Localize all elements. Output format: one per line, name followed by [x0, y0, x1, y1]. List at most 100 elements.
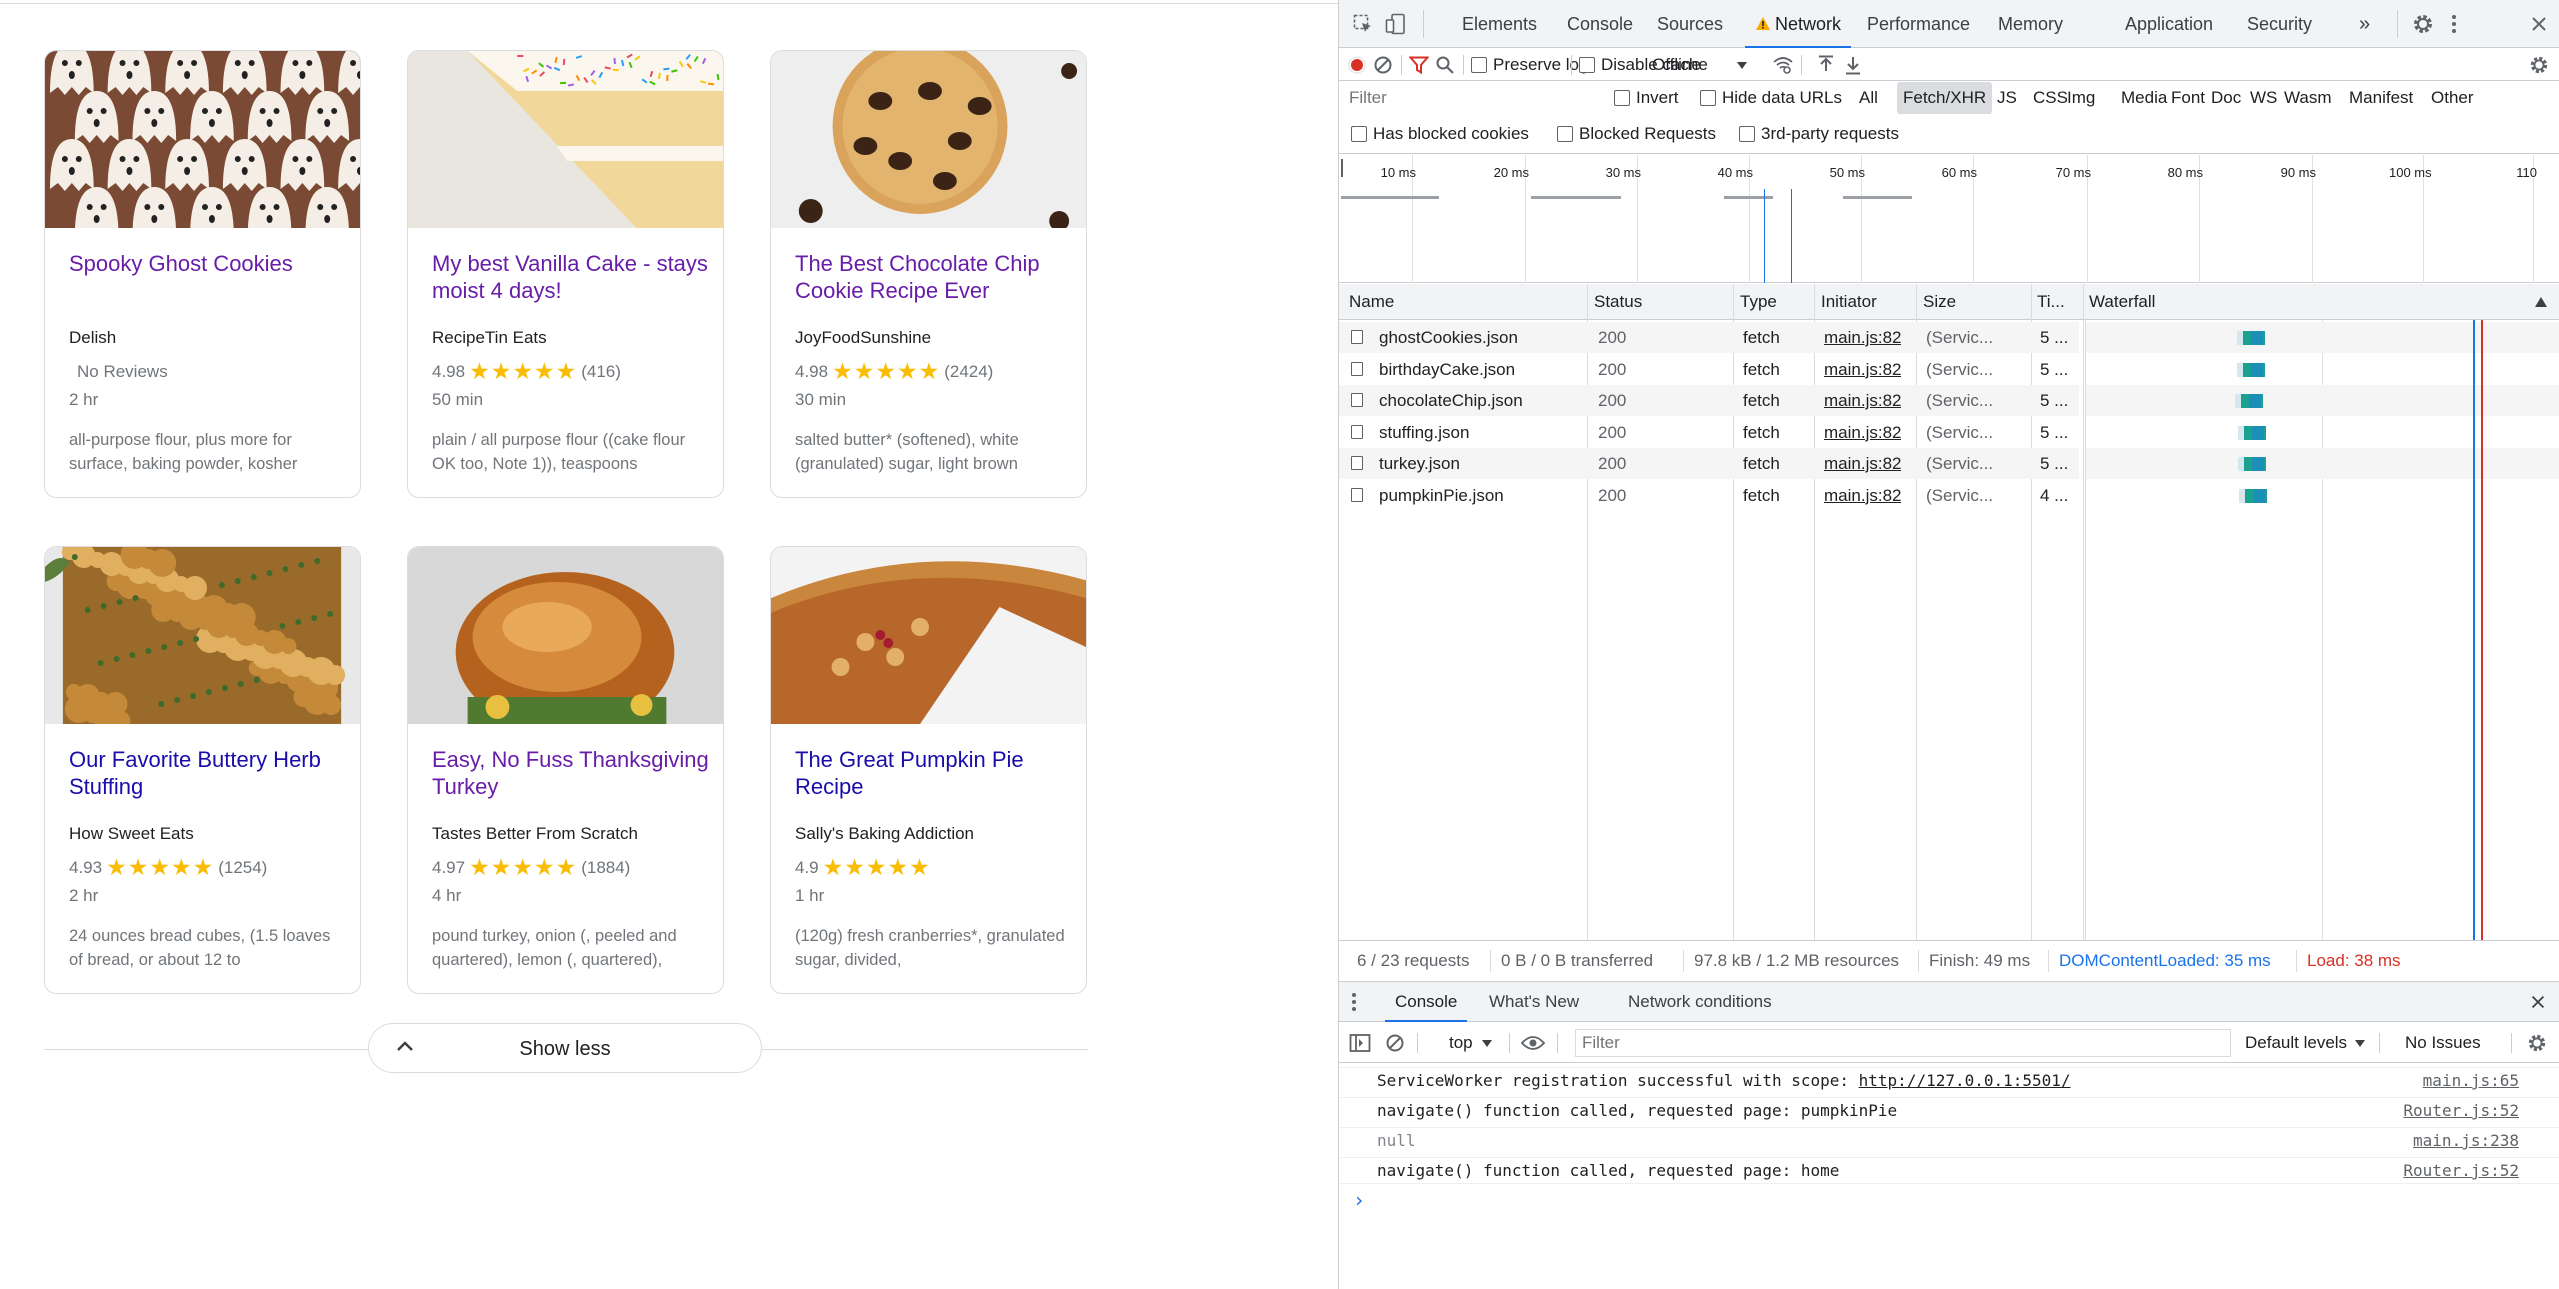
tab-memory[interactable]: Memory: [1998, 0, 2063, 48]
type-filter-wasm[interactable]: Wasm: [2284, 82, 2332, 114]
recipe-card[interactable]: The Great Pumpkin Pie Recipe Sally's Baki…: [770, 546, 1087, 994]
clear-console-icon[interactable]: [1385, 1033, 1405, 1053]
hide-data-urls-checkbox[interactable]: [1700, 90, 1716, 106]
review-count: No Reviews: [77, 362, 168, 381]
console-settings-icon[interactable]: [2527, 1033, 2547, 1053]
sidebar-toggle-icon[interactable]: [1349, 1033, 1371, 1053]
filter-input[interactable]: [1345, 85, 1595, 111]
close-devtools-icon[interactable]: [2529, 14, 2549, 34]
type-filter-font[interactable]: Font: [2171, 82, 2205, 114]
request-initiator[interactable]: main.js:82: [1824, 417, 1901, 448]
show-less-button[interactable]: Show less: [368, 1023, 762, 1073]
more-options-icon[interactable]: [2451, 14, 2457, 34]
recipe-title[interactable]: Easy, No Fuss Thanksgiving Turkey: [432, 746, 712, 800]
console-message-source[interactable]: main.js:65: [2423, 1071, 2519, 1090]
tab-security[interactable]: Security: [2247, 0, 2312, 48]
timeline-tick: 40 ms: [1717, 165, 1753, 180]
preserve-log-checkbox[interactable]: [1471, 57, 1487, 73]
recipe-title[interactable]: The Best Chocolate Chip Cookie Recipe Ev…: [795, 250, 1075, 304]
column-header[interactable]: Type: [1740, 284, 1777, 320]
type-filter-js[interactable]: JS: [1997, 82, 2017, 114]
type-filter-other[interactable]: Other: [2431, 82, 2474, 114]
device-toolbar-icon[interactable]: [1385, 13, 1407, 35]
inspect-element-icon[interactable]: [1353, 14, 1373, 34]
drawer-tab-network-conditions[interactable]: Network conditions: [1628, 982, 1772, 1022]
sort-ascending-icon[interactable]: [2535, 297, 2547, 307]
search-icon[interactable]: [1435, 55, 1455, 75]
recipe-title[interactable]: The Great Pumpkin Pie Recipe: [795, 746, 1075, 800]
type-filter-manifest[interactable]: Manifest: [2349, 82, 2413, 114]
type-filter-doc[interactable]: Doc: [2211, 82, 2241, 114]
drawer-tab-console[interactable]: Console: [1384, 982, 1468, 1022]
import-har-icon[interactable]: [1817, 55, 1835, 75]
console-message-source[interactable]: Router.js:52: [2403, 1101, 2519, 1120]
type-filter-all[interactable]: All: [1859, 82, 1878, 114]
tab-performance[interactable]: Performance: [1867, 0, 1970, 48]
type-filter-css[interactable]: CSS: [2033, 82, 2068, 114]
console-prompt[interactable]: ›: [1353, 1188, 1365, 1212]
close-drawer-icon[interactable]: [2529, 993, 2547, 1011]
network-conditions-icon[interactable]: [1772, 55, 1794, 75]
request-initiator[interactable]: main.js:82: [1824, 385, 1901, 416]
blocked-cookies-checkbox[interactable]: [1351, 126, 1367, 142]
preserve-log-label: Preserve log: [1493, 55, 1589, 74]
blocked-requests-checkbox[interactable]: [1557, 126, 1573, 142]
invert-checkbox[interactable]: [1614, 90, 1630, 106]
column-header[interactable]: Status: [1594, 284, 1642, 320]
type-filter-fetchxhr[interactable]: Fetch/XHR: [1897, 82, 1993, 114]
recipe-title[interactable]: Our Favorite Buttery Herb Stuffing: [69, 746, 349, 800]
request-initiator[interactable]: main.js:82: [1824, 480, 1901, 511]
drawer-menu-icon[interactable]: [1351, 992, 1357, 1012]
live-expression-eye-icon[interactable]: [1521, 1035, 1545, 1051]
timeline-overview[interactable]: 10 ms 20 ms 30 ms 40 ms 50 ms 60 ms 70 ms 80 ms…: [1339, 155, 2559, 283]
more-tabs-button[interactable]: »: [2359, 0, 2370, 48]
disable-cache-checkbox[interactable]: [1579, 57, 1595, 73]
recipe-time: 30 min: [795, 390, 847, 409]
herb-stuffing-photo: [45, 547, 360, 724]
request-initiator[interactable]: main.js:82: [1824, 448, 1901, 479]
column-header[interactable]: Name: [1349, 284, 1394, 320]
issues-button[interactable]: No Issues: [2405, 1033, 2481, 1053]
type-filter-media[interactable]: Media: [2121, 82, 2167, 114]
column-header[interactable]: Waterfall: [2089, 284, 2155, 320]
tab-application[interactable]: Application: [2125, 0, 2213, 48]
request-row[interactable]: birthdayCake.json 200 fetch main.js:82 (Serv…: [1339, 354, 2079, 385]
console-message-source[interactable]: Router.js:52: [2403, 1161, 2519, 1180]
tab-network[interactable]: Network: [1744, 0, 1852, 48]
column-header[interactable]: Size: [1923, 284, 1956, 320]
column-header[interactable]: Initiator: [1821, 284, 1877, 320]
record-icon[interactable]: [1347, 55, 1367, 75]
drawer-tab-what-s-new[interactable]: What's New: [1489, 982, 1579, 1022]
column-header[interactable]: Ti...: [2037, 284, 2065, 320]
recipe-card[interactable]: Easy, No Fuss Thanksgiving Turkey Tastes …: [407, 546, 724, 994]
request-initiator[interactable]: main.js:82: [1824, 322, 1901, 353]
tab-elements[interactable]: Elements: [1462, 0, 1537, 48]
settings-gear-icon[interactable]: [2412, 13, 2434, 35]
request-row[interactable]: ghostCookies.json 200 fetch main.js:82 (Serv…: [1339, 322, 2079, 353]
tab-console[interactable]: Console: [1567, 0, 1633, 48]
recipe-source: JoyFoodSunshine: [795, 328, 932, 347]
recipe-title[interactable]: My best Vanilla Cake - stays moist 4 day…: [432, 250, 712, 304]
clear-icon[interactable]: [1373, 55, 1393, 75]
filter-icon[interactable]: [1409, 56, 1429, 74]
recipe-title[interactable]: Spooky Ghost Cookies: [69, 250, 349, 277]
request-initiator[interactable]: main.js:82: [1824, 354, 1901, 385]
request-row[interactable]: pumpkinPie.json 200 fetch main.js:82 (Servic…: [1339, 480, 2079, 511]
console-message-source[interactable]: main.js:238: [2413, 1131, 2519, 1150]
recipe-card[interactable]: Our Favorite Buttery Herb Stuffing How Sw…: [44, 546, 361, 994]
type-filter-ws[interactable]: WS: [2250, 82, 2277, 114]
third-party-checkbox[interactable]: [1739, 126, 1755, 142]
type-filter-img[interactable]: Img: [2067, 82, 2095, 114]
request-row[interactable]: turkey.json 200 fetch main.js:82 (Servic... 5…: [1339, 448, 2079, 479]
network-settings-icon[interactable]: [2529, 55, 2549, 75]
recipe-card[interactable]: Spooky Ghost Cookies Delish No Reviews 2 hr…: [44, 50, 361, 498]
console-filter-input[interactable]: [1575, 1029, 2231, 1057]
request-row[interactable]: chocolateChip.json 200 fetch main.js:82 (Ser…: [1339, 385, 2079, 416]
recipe-card[interactable]: My best Vanilla Cake - stays moist 4 day…: [407, 50, 724, 498]
request-row[interactable]: stuffing.json 200 fetch main.js:82 (Servic..…: [1339, 417, 2079, 448]
request-status: 200: [1598, 485, 1627, 505]
tab-sources[interactable]: Sources: [1657, 0, 1723, 48]
recipe-card[interactable]: The Best Chocolate Chip Cookie Recipe Ev…: [770, 50, 1087, 498]
export-har-icon[interactable]: [1844, 55, 1862, 75]
console-message-link[interactable]: http://127.0.0.1:5501/: [1859, 1071, 2071, 1090]
